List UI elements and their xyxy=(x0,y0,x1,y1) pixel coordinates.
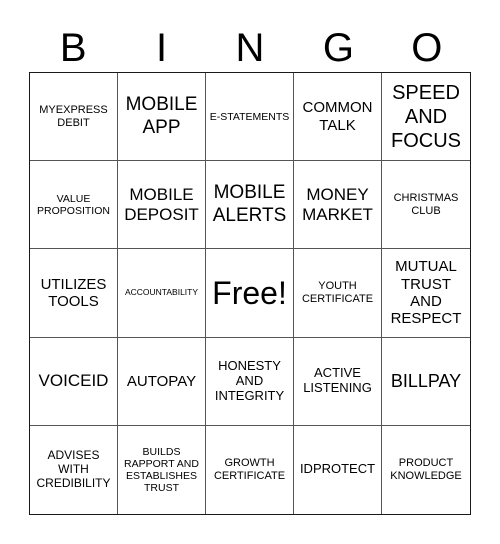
free-space[interactable]: Free! xyxy=(206,249,294,338)
cell-text: UTILIZES TOOLS xyxy=(40,275,107,310)
cell-text: E-STATEMENTS xyxy=(209,110,290,123)
cell-text: BILLPAY xyxy=(390,370,462,391)
cell-text: AUTOPAY xyxy=(126,372,197,390)
bingo-header: B I N G O xyxy=(29,24,471,72)
header-letter-o: O xyxy=(411,26,443,70)
bingo-cell[interactable]: BUILDS RAPPORT AND ESTABLISHES TRUST xyxy=(118,425,206,514)
cell-text: MYEXPRESS DEBIT xyxy=(39,103,108,129)
bingo-cell[interactable]: VALUE PROPOSITION xyxy=(30,161,118,250)
bingo-cell[interactable]: GROWTH CERTIFICATE xyxy=(206,425,294,514)
bingo-cell[interactable]: YOUTH CERTIFICATE xyxy=(294,249,382,338)
header-letter-g: G xyxy=(322,26,354,70)
bingo-cell[interactable]: ACTIVE LISTENING xyxy=(294,337,382,426)
bingo-cell[interactable]: CHRISTMAS CLUB xyxy=(382,161,470,250)
cell-text: MUTUAL TRUST AND RESPECT xyxy=(390,258,462,328)
bingo-cell[interactable]: MYEXPRESS DEBIT xyxy=(30,73,118,162)
cell-text: CHRISTMAS CLUB xyxy=(393,192,459,217)
cell-text: MONEY MARKET xyxy=(302,185,373,224)
cell-text: MOBILE APP xyxy=(125,93,198,138)
cell-text: COMMON TALK xyxy=(302,99,373,134)
header-letter-b: B xyxy=(59,26,87,70)
free-space-text: Free! xyxy=(212,274,287,311)
cell-text: MOBILE ALERTS xyxy=(212,181,287,226)
cell-text: BUILDS RAPPORT AND ESTABLISHES TRUST xyxy=(124,445,199,494)
bingo-cell[interactable]: ACCOUNTABILITY xyxy=(118,249,206,338)
cell-text: VOICEID xyxy=(38,371,109,391)
bingo-cell[interactable]: PRODUCT KNOWLEDGE xyxy=(382,426,470,514)
bingo-cell[interactable]: BILLPAY xyxy=(382,338,470,426)
cell-text: ACCOUNTABILITY xyxy=(124,287,199,298)
bingo-cell[interactable]: MONEY MARKET xyxy=(294,161,382,250)
bingo-cell[interactable]: MOBILE ALERTS xyxy=(206,161,294,250)
cell-text: HONESTY AND INTEGRITY xyxy=(214,357,285,403)
bingo-cell[interactable]: IDPROTECT xyxy=(294,425,382,514)
cell-text: ADVISES WITH CREDIBILITY xyxy=(36,448,111,490)
bingo-cell[interactable]: VOICEID xyxy=(30,337,118,426)
cell-text: IDPROTECT xyxy=(299,461,376,477)
header-letter-n: N xyxy=(235,26,265,70)
bingo-board: MYEXPRESS DEBIT MOBILE APP E-STATEMENTS … xyxy=(29,72,471,515)
bingo-cell[interactable]: SPEED AND FOCUS xyxy=(382,73,470,162)
header-letter-i: I xyxy=(156,26,168,70)
cell-text: ACTIVE LISTENING xyxy=(303,365,372,396)
bingo-cell[interactable]: HONESTY AND INTEGRITY xyxy=(206,337,294,426)
bingo-cell[interactable]: AUTOPAY xyxy=(118,337,206,426)
bingo-cell[interactable]: MOBILE DEPOSIT xyxy=(118,161,206,250)
bingo-cell[interactable]: MOBILE APP xyxy=(118,73,206,162)
bingo-cell[interactable]: MUTUAL TRUST AND RESPECT xyxy=(382,249,470,338)
cell-text: GROWTH CERTIFICATE xyxy=(213,457,286,482)
cell-text: MOBILE DEPOSIT xyxy=(124,185,199,224)
cell-text: PRODUCT KNOWLEDGE xyxy=(390,457,462,482)
cell-text: YOUTH CERTIFICATE xyxy=(301,280,374,305)
bingo-cell[interactable]: E-STATEMENTS xyxy=(206,73,294,162)
bingo-cell[interactable]: UTILIZES TOOLS xyxy=(30,249,118,338)
cell-text: SPEED AND FOCUS xyxy=(391,81,461,152)
cell-text: VALUE PROPOSITION xyxy=(37,192,110,217)
bingo-cell[interactable]: COMMON TALK xyxy=(294,73,382,162)
bingo-cell[interactable]: ADVISES WITH CREDIBILITY xyxy=(30,425,118,514)
